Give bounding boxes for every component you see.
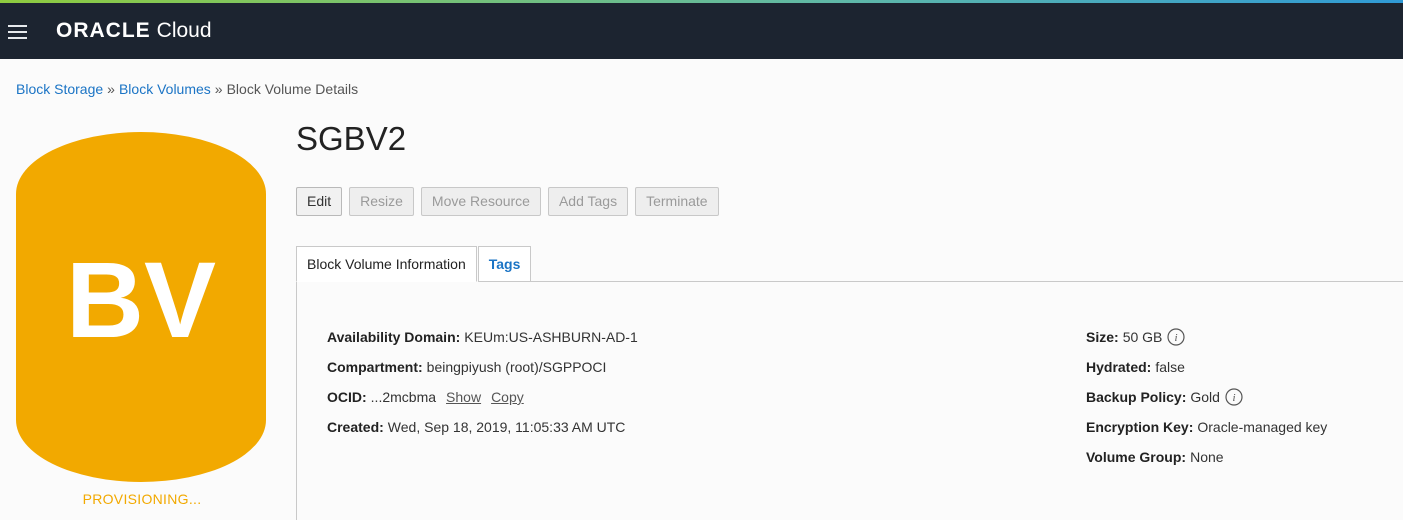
- detail-label: Size:: [1086, 329, 1119, 345]
- svg-text:i: i: [1175, 332, 1178, 344]
- detail-size: Size: 50 GB i: [1086, 322, 1327, 352]
- detail-label: OCID:: [327, 389, 367, 405]
- detail-hydrated: Hydrated: false: [1086, 352, 1327, 382]
- page-title: SGBV2: [296, 120, 407, 157]
- brand-cloud: Cloud: [156, 19, 212, 42]
- detail-volume-group: Volume Group: None: [1086, 442, 1327, 472]
- oracle-cloud-logo[interactable]: ORACLE Cloud: [56, 18, 212, 44]
- resize-button[interactable]: Resize: [349, 187, 414, 216]
- details-left-column: Availability Domain: KEUm:US-ASHBURN-AD-…: [327, 322, 638, 442]
- ocid-copy-link[interactable]: Copy: [491, 382, 524, 412]
- breadcrumb-separator: »: [107, 81, 115, 97]
- detail-label: Hydrated:: [1086, 359, 1152, 375]
- svg-text:i: i: [1232, 392, 1235, 404]
- breadcrumb-block-storage[interactable]: Block Storage: [16, 81, 103, 97]
- info-icon[interactable]: i: [1225, 388, 1243, 406]
- ocid-show-link[interactable]: Show: [446, 382, 481, 412]
- volume-icon-text: BV: [66, 239, 216, 360]
- detail-availability-domain: Availability Domain: KEUm:US-ASHBURN-AD-…: [327, 322, 638, 352]
- detail-value: Gold: [1190, 389, 1220, 405]
- detail-value: beingpiyush (root)/SGPPOCI: [426, 359, 607, 375]
- detail-label: Volume Group:: [1086, 449, 1187, 465]
- detail-value: Wed, Sep 18, 2019, 11:05:33 AM UTC: [387, 419, 626, 435]
- detail-value: Oracle-managed key: [1197, 419, 1328, 435]
- tab-block-volume-information[interactable]: Block Volume Information: [296, 246, 477, 282]
- detail-label: Encryption Key:: [1086, 419, 1194, 435]
- info-icon[interactable]: i: [1167, 328, 1185, 346]
- detail-value: KEUm:US-ASHBURN-AD-1: [464, 329, 638, 345]
- tab-tags[interactable]: Tags: [477, 246, 532, 282]
- move-resource-button[interactable]: Move Resource: [420, 187, 541, 216]
- detail-label: Availability Domain:: [327, 329, 461, 345]
- breadcrumb-current: Block Volume Details: [226, 81, 359, 97]
- detail-created: Created: Wed, Sep 18, 2019, 11:05:33 AM …: [327, 412, 638, 442]
- details-right-column: Size: 50 GB i Hydrated: false Backup Pol…: [1086, 322, 1327, 472]
- detail-label: Backup Policy:: [1086, 389, 1187, 405]
- detail-encryption-key: Encryption Key: Oracle-managed key: [1086, 412, 1327, 442]
- detail-label: Compartment:: [327, 359, 423, 375]
- add-tags-button[interactable]: Add Tags: [547, 187, 629, 216]
- breadcrumb-block-volumes[interactable]: Block Volumes: [119, 81, 211, 97]
- top-header: ORACLE Cloud: [0, 3, 1403, 59]
- block-volume-icon: BV: [16, 132, 266, 482]
- panel-border: [296, 281, 297, 520]
- detail-backup-policy: Backup Policy: Gold i: [1086, 382, 1327, 412]
- breadcrumb-separator: »: [214, 81, 223, 97]
- hamburger-icon[interactable]: [8, 25, 27, 39]
- action-toolbar: Edit Resize Move Resource Add Tags Termi…: [296, 187, 719, 216]
- status-badge: PROVISIONING...: [82, 491, 202, 507]
- detail-value: None: [1190, 449, 1224, 465]
- detail-tabs: Block Volume Information Tags: [296, 246, 532, 282]
- detail-ocid: OCID: ...2mcbma Show Copy: [327, 382, 638, 412]
- tab-divider: [491, 281, 1403, 282]
- detail-value: false: [1155, 359, 1185, 375]
- detail-compartment: Compartment: beingpiyush (root)/SGPPOCI: [327, 352, 638, 382]
- edit-button[interactable]: Edit: [296, 187, 343, 216]
- detail-label: Created:: [327, 419, 384, 435]
- detail-value: ...2mcbma: [370, 389, 437, 405]
- terminate-button[interactable]: Terminate: [635, 187, 719, 216]
- detail-value: 50 GB: [1122, 329, 1163, 345]
- breadcrumb: Block Storage» Block Volumes» Block Volume…: [16, 81, 358, 97]
- brand-oracle: ORACLE: [56, 19, 151, 42]
